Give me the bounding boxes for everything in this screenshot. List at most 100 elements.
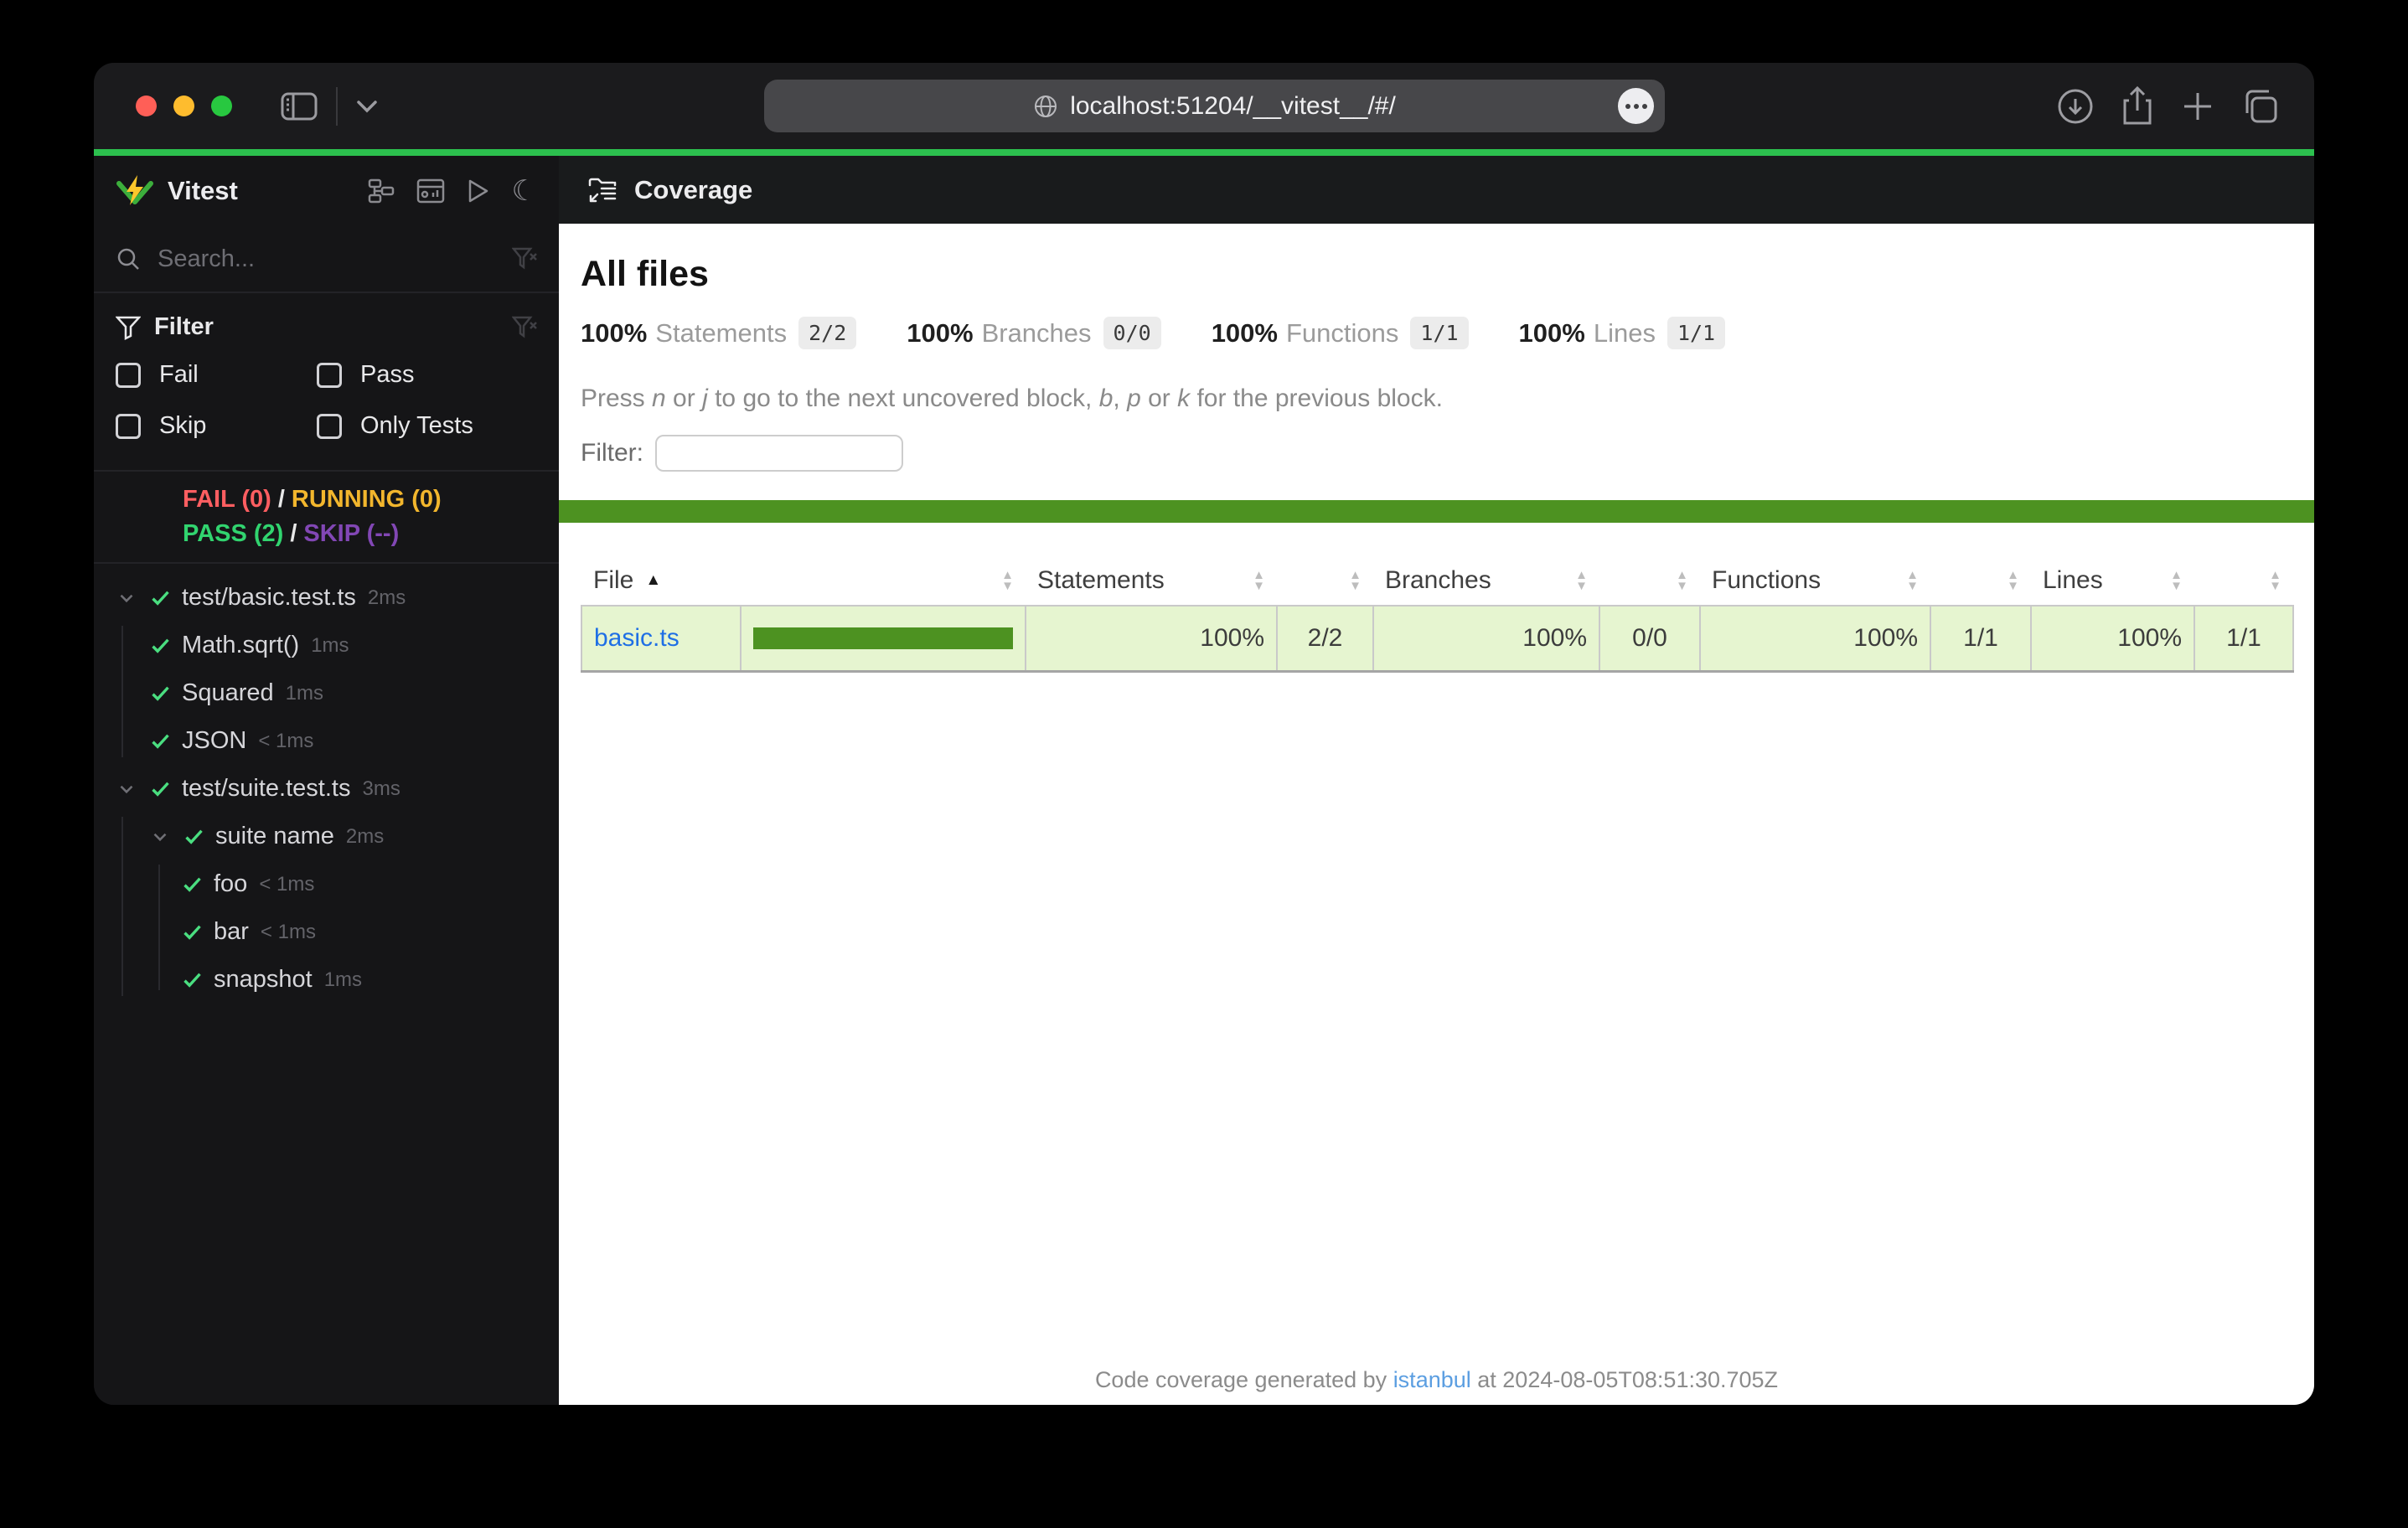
coverage-summary: 100% Statements 2/2 100% Branches 0/0 10… — [581, 317, 2292, 349]
table-header-row: File▲ ▲▼ Statements▲▼ ▲▼ — [581, 556, 2293, 606]
tree-item-test[interactable]: Math.sqrt() 1ms — [94, 622, 559, 669]
filter-checkbox-only-tests[interactable]: Only Tests — [317, 412, 537, 440]
file-cell: basic.ts — [581, 606, 741, 671]
sorter-icon: ▲▼ — [1001, 570, 1014, 591]
column-header-statements[interactable]: Statements▲▼ — [1026, 556, 1277, 606]
sidebar-toggle-icon[interactable] — [281, 92, 318, 121]
filter-checkbox-pass[interactable]: Pass — [317, 361, 537, 389]
column-header-lines[interactable]: Lines▲▼ — [2031, 556, 2194, 606]
toolbar-divider — [336, 87, 338, 126]
column-header-branches[interactable]: Branches▲▼ — [1373, 556, 1599, 606]
istanbul-link[interactable]: istanbul — [1393, 1367, 1471, 1392]
downloads-icon[interactable] — [2056, 87, 2095, 126]
app-title: Vitest — [168, 176, 238, 206]
filter-title: Filter — [154, 313, 214, 341]
tree-item-suite[interactable]: suite name 2ms — [94, 813, 559, 860]
page-settings-button[interactable] — [1618, 88, 1654, 124]
traffic-lights — [94, 96, 232, 116]
lines-pct-cell: 100% — [2031, 606, 2194, 671]
coverage-footer: Code coverage generated by istanbul at 2… — [559, 1367, 2314, 1393]
tree-guide-line — [158, 865, 160, 990]
browser-titlebar: localhost:51204/__vitest__/#/ — [94, 63, 2314, 149]
checkbox[interactable] — [317, 414, 342, 439]
branches-raw-cell: 0/0 — [1599, 606, 1700, 671]
checkbox[interactable] — [317, 363, 342, 388]
run-all-icon[interactable] — [467, 178, 490, 204]
coverage-report-icon — [587, 177, 618, 204]
sorter-icon: ▲▼ — [2007, 570, 2019, 591]
summary-functions: 100% Functions 1/1 — [1212, 317, 1469, 349]
column-header-lines-raw[interactable]: ▲▼ — [2194, 556, 2293, 606]
tree-view-icon[interactable] — [368, 178, 395, 204]
test-tree: test/basic.test.ts 2ms Math.sqrt() 1ms S… — [94, 564, 559, 1405]
desktop-background: localhost:51204/__vitest__/#/ — [0, 0, 2408, 1528]
search-input[interactable] — [156, 245, 512, 274]
coverage-filter-input[interactable] — [655, 435, 903, 472]
lines-raw-cell: 1/1 — [2194, 606, 2293, 671]
column-header-functions[interactable]: Functions▲▼ — [1700, 556, 1930, 606]
check-icon — [149, 777, 172, 800]
address-bar[interactable]: localhost:51204/__vitest__/#/ — [764, 80, 1665, 132]
chevron-down-icon[interactable] — [116, 587, 137, 609]
filter-panel: Filter Fail — [94, 293, 559, 472]
tree-item-test[interactable]: JSON < 1ms — [94, 717, 559, 765]
check-icon — [149, 634, 172, 657]
status-line-1: FAIL (0)/RUNNING (0) — [183, 483, 559, 517]
clear-search-filter-icon[interactable] — [512, 247, 537, 271]
running-count: RUNNING (0) — [292, 486, 442, 513]
sort-ascending-icon: ▲ — [645, 571, 661, 590]
sorter-icon: ▲▼ — [1906, 570, 1919, 591]
coverage-bar-cell — [741, 606, 1026, 671]
tree-guide-line — [121, 817, 123, 996]
column-header-statements-raw[interactable]: ▲▼ — [1277, 556, 1373, 606]
coverage-bar — [753, 627, 1013, 649]
share-icon[interactable] — [2120, 86, 2155, 126]
tree-item-test[interactable]: foo < 1ms — [94, 860, 559, 908]
checkbox[interactable] — [116, 363, 141, 388]
tab-overview-icon[interactable] — [2240, 88, 2281, 125]
close-window-button[interactable] — [136, 96, 157, 116]
new-tab-icon[interactable] — [2180, 89, 2215, 124]
fraction-badge: 1/1 — [1410, 317, 1468, 349]
sorter-icon: ▲▼ — [1253, 570, 1265, 591]
test-status-summary: FAIL (0)/RUNNING (0) PASS (2)/SKIP (--) — [94, 472, 559, 564]
table-row: basic.ts 100% 2/2 100% 0/0 100% 1/1 100%… — [581, 606, 2293, 671]
check-icon — [181, 921, 204, 943]
chevron-down-icon[interactable] — [356, 100, 378, 113]
filter-checkbox-fail[interactable]: Fail — [116, 361, 317, 389]
sorter-icon: ▲▼ — [2269, 570, 2281, 591]
fraction-badge: 2/2 — [798, 317, 856, 349]
clear-filters-icon[interactable] — [512, 316, 537, 339]
tree-item-test[interactable]: bar < 1ms — [94, 908, 559, 956]
globe-icon — [1033, 94, 1058, 119]
sorter-icon: ▲▼ — [1349, 570, 1362, 591]
tree-item-file[interactable]: test/basic.test.ts 2ms — [94, 574, 559, 622]
zoom-window-button[interactable] — [211, 96, 232, 116]
filter-checkbox-skip[interactable]: Skip — [116, 412, 317, 440]
chevron-down-icon[interactable] — [116, 778, 137, 800]
address-bar-url: localhost:51204/__vitest__/#/ — [1070, 92, 1396, 121]
sorter-icon: ▲▼ — [1676, 570, 1688, 591]
tree-item-file[interactable]: test/suite.test.ts 3ms — [94, 765, 559, 813]
pass-count: PASS (2) — [183, 520, 283, 547]
search-bar — [94, 226, 559, 293]
tree-item-test[interactable]: Squared 1ms — [94, 669, 559, 717]
column-header-bar[interactable]: ▲▼ — [741, 556, 1026, 606]
file-link[interactable]: basic.ts — [594, 624, 680, 652]
vitest-sidebar: Vitest — [94, 156, 559, 1405]
dark-mode-icon[interactable]: ☾ — [512, 177, 537, 205]
check-icon — [181, 873, 204, 896]
dashboard-icon[interactable] — [416, 178, 445, 204]
column-header-branches-raw[interactable]: ▲▼ — [1599, 556, 1700, 606]
checkbox[interactable] — [116, 414, 141, 439]
check-icon — [149, 682, 172, 705]
chevron-down-icon[interactable] — [149, 826, 171, 848]
column-header-functions-raw[interactable]: ▲▼ — [1930, 556, 2031, 606]
keyboard-hint: Press n or j to go to the next uncovered… — [581, 385, 2292, 413]
column-header-file[interactable]: File▲ — [581, 556, 741, 606]
browser-window: localhost:51204/__vitest__/#/ — [94, 63, 2314, 1405]
minimize-window-button[interactable] — [173, 96, 194, 116]
tree-item-test[interactable]: snapshot 1ms — [94, 956, 559, 1004]
statements-raw-cell: 2/2 — [1277, 606, 1373, 671]
check-icon — [149, 730, 172, 752]
